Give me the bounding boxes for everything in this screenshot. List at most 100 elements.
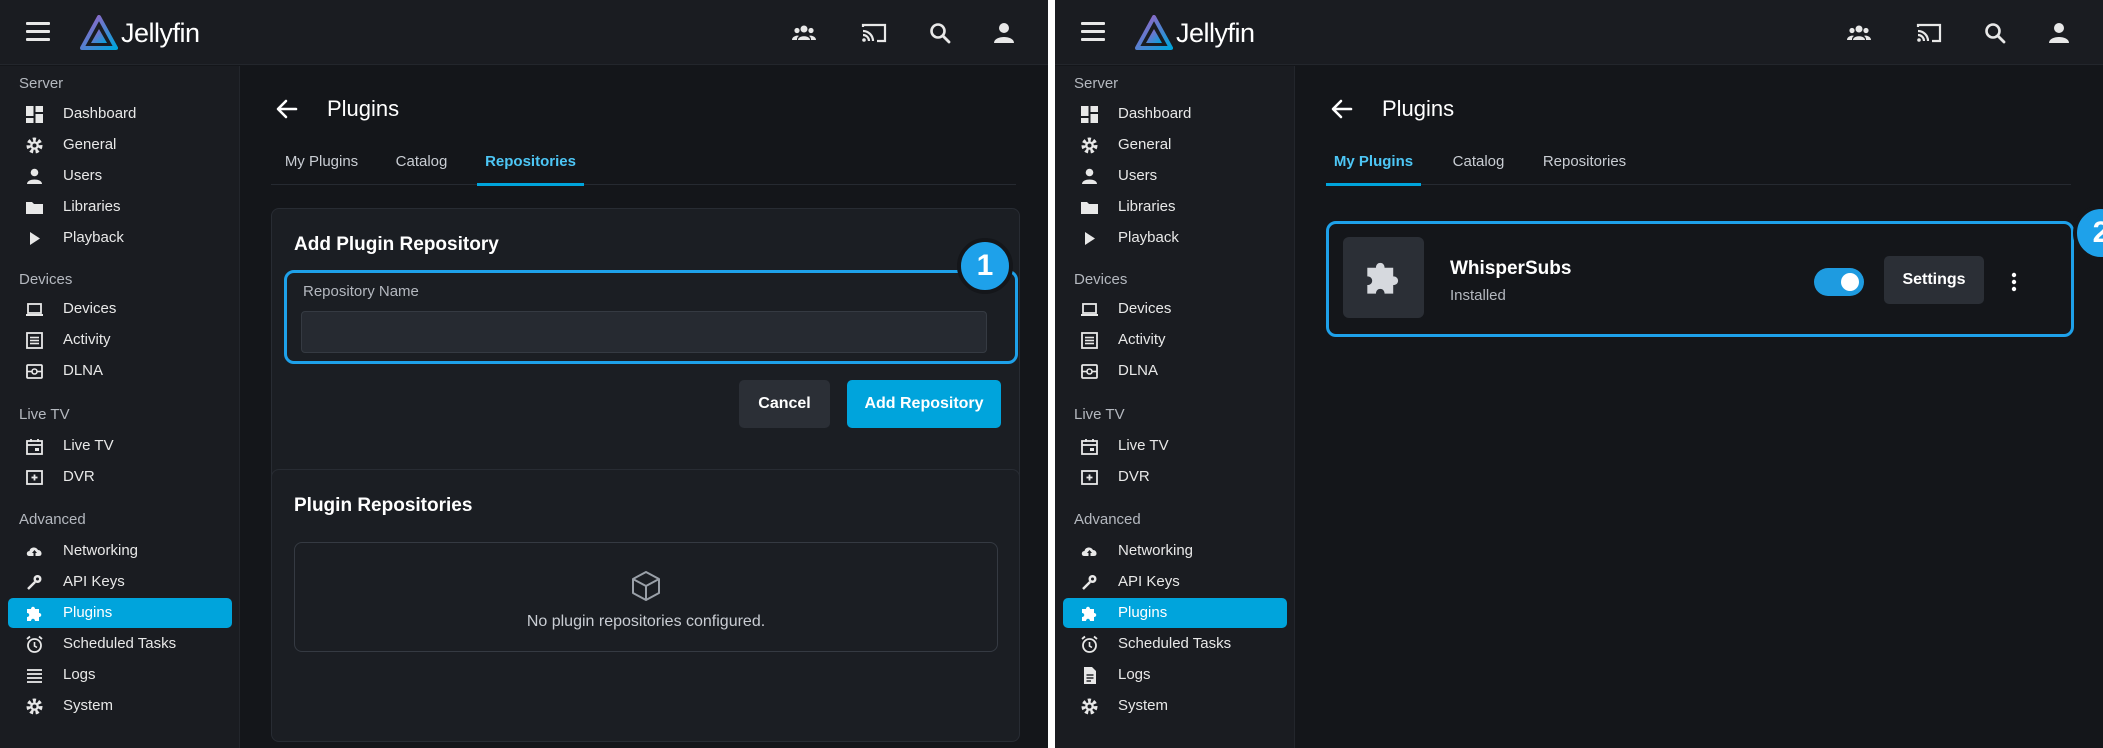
- sidebar-item-label: Live TV: [1118, 437, 1169, 454]
- sidebar-item-label: Live TV: [63, 437, 114, 454]
- folder-icon: [25, 198, 44, 217]
- search-icon[interactable]: [1981, 19, 2009, 47]
- tab-bar: My Plugins Catalog Repositories: [1326, 153, 2071, 186]
- tab-my-plugins[interactable]: My Plugins: [271, 153, 372, 184]
- lines-icon: [25, 666, 44, 685]
- sidebar-item-networking[interactable]: Networking: [1063, 536, 1287, 566]
- sidebar-item-general[interactable]: General: [1063, 130, 1287, 160]
- sidebar-item-label: Devices: [1118, 300, 1172, 317]
- jellyfin-logo-icon[interactable]: [1135, 15, 1173, 51]
- back-arrow-icon[interactable]: [1329, 96, 1355, 122]
- cast-icon[interactable]: [860, 19, 888, 47]
- tab-catalog[interactable]: Catalog: [1429, 153, 1528, 184]
- key-icon: [1080, 573, 1099, 592]
- sidebar-item-devices[interactable]: Devices: [8, 294, 232, 324]
- app-name: Jellyfin: [1176, 18, 1255, 48]
- puzzle-icon: [25, 604, 44, 623]
- page-title: Plugins: [327, 96, 400, 121]
- sidebar-item-label: System: [1118, 697, 1169, 714]
- sidebar-item-dashboard[interactable]: Dashboard: [1063, 99, 1287, 129]
- search-icon[interactable]: [926, 19, 954, 47]
- plugin-repositories-card: Plugin Repositories No plugin repositori…: [271, 469, 1020, 742]
- cancel-button[interactable]: Cancel: [739, 380, 830, 428]
- jellyfin-logo-icon[interactable]: [80, 15, 118, 51]
- sidebar-item-label: DLNA: [63, 362, 104, 379]
- sidebar-item-activity[interactable]: Activity: [1063, 325, 1287, 355]
- sidebar-item-dashboard[interactable]: Dashboard: [8, 99, 232, 129]
- plugin-settings-button[interactable]: Settings: [1884, 256, 1984, 304]
- puzzle-icon: [1367, 262, 1399, 294]
- app-name: Jellyfin: [121, 18, 200, 48]
- empty-state-text: No plugin repositories configured.: [526, 613, 766, 630]
- add-repository-card: Add Plugin Repository Repository Name Ca…: [271, 208, 1020, 513]
- menu-icon[interactable]: [26, 22, 50, 42]
- cast-icon[interactable]: [1915, 19, 1943, 47]
- sidebar-item-plugins[interactable]: Plugins: [1063, 598, 1287, 628]
- activity-list-icon: [1080, 331, 1099, 350]
- sidebar-item-libraries[interactable]: Libraries: [8, 192, 232, 222]
- empty-state-box: No plugin repositories configured.: [294, 542, 998, 652]
- users-icon[interactable]: [1845, 19, 1873, 47]
- sidebar-item-dvr[interactable]: DVR: [1063, 462, 1287, 492]
- sidebar-item-label: DVR: [1118, 468, 1150, 485]
- sidebar-item-livetv[interactable]: Live TV: [1063, 431, 1287, 461]
- sidebar-item-users[interactable]: Users: [1063, 161, 1287, 191]
- sidebar-item-activity[interactable]: Activity: [8, 325, 232, 355]
- step-badge-1: 1: [957, 238, 1013, 294]
- tab-repositories[interactable]: Repositories: [1528, 153, 1641, 184]
- plugin-name: WhisperSubs: [1450, 258, 1572, 279]
- play-icon: [25, 229, 44, 248]
- sidebar-item-label: DLNA: [1118, 362, 1159, 379]
- user-icon[interactable]: [990, 19, 1018, 47]
- sidebar-item-apikeys[interactable]: API Keys: [8, 567, 232, 597]
- sidebar-item-users[interactable]: Users: [8, 161, 232, 191]
- sidebar-section-livetv: Live TV: [1074, 406, 1125, 423]
- more-options-icon[interactable]: [2004, 270, 2024, 294]
- sidebar-item-networking[interactable]: Networking: [8, 536, 232, 566]
- back-arrow-icon[interactable]: [274, 96, 300, 122]
- sidebar-item-label: Networking: [1118, 542, 1194, 559]
- sidebar-item-label: Libraries: [63, 198, 121, 215]
- plugin-enabled-toggle[interactable]: [1814, 268, 1864, 296]
- users-icon[interactable]: [790, 19, 818, 47]
- sidebar-item-dlna[interactable]: DLNA: [8, 356, 232, 386]
- sidebar-item-scheduled-tasks[interactable]: Scheduled Tasks: [8, 629, 232, 659]
- sidebar-item-libraries[interactable]: Libraries: [1063, 192, 1287, 222]
- tab-catalog[interactable]: Catalog: [372, 153, 471, 184]
- sidebar-item-playback[interactable]: Playback: [1063, 223, 1287, 253]
- plugin-thumbnail: [1343, 237, 1424, 318]
- sidebar-item-devices[interactable]: Devices: [1063, 294, 1287, 324]
- tab-repositories[interactable]: Repositories: [477, 153, 584, 186]
- sidebar-item-label: API Keys: [1118, 573, 1180, 590]
- sidebar-item-label: Devices: [63, 300, 117, 317]
- sidebar-item-system[interactable]: System: [1063, 691, 1287, 721]
- user-icon[interactable]: [2045, 19, 2073, 47]
- laptop-icon: [25, 300, 44, 319]
- dvr-icon: [1080, 468, 1099, 487]
- sidebar-item-logs[interactable]: Logs: [8, 660, 232, 690]
- add-repository-button[interactable]: Add Repository: [847, 380, 1001, 428]
- sidebar-item-logs[interactable]: Logs: [1063, 660, 1287, 690]
- sidebar-item-label: Scheduled Tasks: [63, 635, 177, 652]
- calendar-icon: [25, 437, 44, 456]
- add-repository-title: Add Plugin Repository: [294, 234, 499, 255]
- sidebar-item-plugins[interactable]: Plugins: [8, 598, 232, 628]
- key-icon: [25, 573, 44, 592]
- sidebar-item-livetv[interactable]: Live TV: [8, 431, 232, 461]
- menu-icon[interactable]: [1081, 22, 1105, 42]
- sidebar-item-scheduled-tasks[interactable]: Scheduled Tasks: [1063, 629, 1287, 659]
- sidebar-section-devices: Devices: [19, 271, 73, 288]
- top-app-bar: Jellyfin: [0, 0, 1048, 65]
- sidebar-item-dlna[interactable]: DLNA: [1063, 356, 1287, 386]
- tab-my-plugins[interactable]: My Plugins: [1326, 153, 1421, 186]
- sidebar-item-system[interactable]: System: [8, 691, 232, 721]
- sidebar-item-playback[interactable]: Playback: [8, 223, 232, 253]
- sidebar-item-dvr[interactable]: DVR: [8, 462, 232, 492]
- play-icon: [1080, 229, 1099, 248]
- sidebar-item-label: Networking: [63, 542, 139, 559]
- repository-name-input[interactable]: [301, 311, 987, 353]
- document-icon: [1080, 666, 1099, 685]
- sidebar-item-label: System: [63, 697, 114, 714]
- sidebar-item-general[interactable]: General: [8, 130, 232, 160]
- sidebar-item-apikeys[interactable]: API Keys: [1063, 567, 1287, 597]
